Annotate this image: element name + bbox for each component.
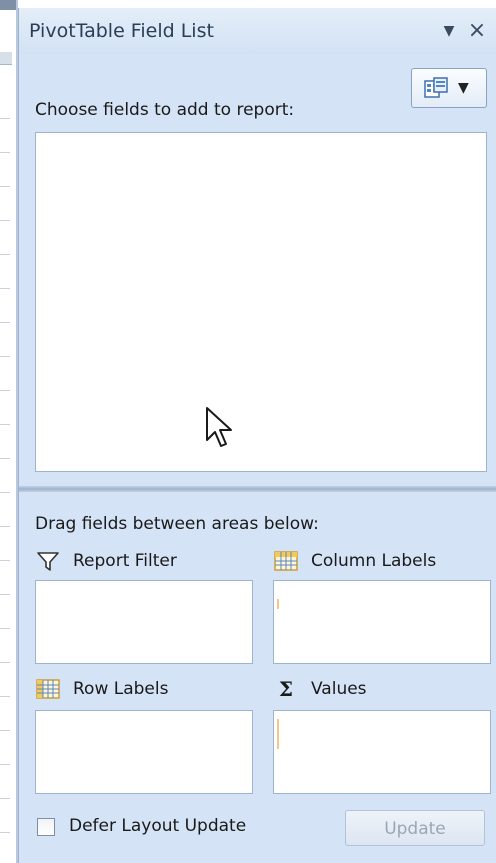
grid-row-line [0,356,10,357]
field-list-layout-icon [424,77,448,98]
defer-layout-update-label[interactable]: Defer Layout Update [69,816,246,836]
grid-row-line [0,186,10,187]
grid-row-line [0,798,10,799]
grid-row-line [0,492,10,493]
chevron-down-icon: ▼ [458,80,469,96]
field-list-box[interactable] [35,132,487,472]
grid-row-line [0,424,10,425]
report-filter-label: Report Filter [73,551,177,571]
row-labels-header: Row Labels [35,676,168,702]
values-header: Σ Values [273,676,367,702]
grid-row-line [0,662,10,663]
text-caret [277,599,279,609]
row-labels-label: Row Labels [73,679,169,699]
grid-row-line [0,526,10,527]
grid-row-line [0,322,10,323]
defer-layout-update-checkbox[interactable] [37,818,55,836]
values-label: Values [311,679,367,699]
grid-row-line [0,118,10,119]
pane-title: PivotTable Field List [29,20,214,42]
column-labels-drop-area[interactable] [273,580,491,664]
grid-row-line [0,560,10,561]
grid-row-line [0,288,10,289]
grid-row-line [0,696,10,697]
column-grid-icon [274,551,298,571]
mouse-pointer-icon [206,407,232,447]
row-grid-icon [36,679,60,699]
drag-fields-label: Drag fields between areas below: [35,514,319,534]
column-labels-header: Column Labels [273,548,436,574]
pane-options-dropdown-icon[interactable]: ▼ [441,24,457,38]
grid-row-line [0,594,10,595]
grid-row-line [0,254,10,255]
pane-title-bar[interactable]: PivotTable Field List ▼ × [19,8,496,54]
field-list-layout-button[interactable]: ▼ [411,68,487,108]
report-filter-header: Report Filter [35,548,177,574]
filter-icon [37,552,59,571]
grid-row-line [0,628,10,629]
close-icon[interactable]: × [465,19,489,43]
spreadsheet-grid-edge [0,0,18,863]
column-labels-label: Column Labels [311,551,437,571]
grid-row-line [0,730,10,731]
grid-top-bar [0,0,16,10]
pivottable-field-list-pane: PivotTable Field List ▼ × ▼ Choose field… [18,8,496,863]
grid-row-line [0,152,10,153]
grid-row-line [0,220,10,221]
grid-row-line [0,390,10,391]
choose-fields-label: Choose fields to add to report: [35,100,295,120]
grid-header-cell [0,52,12,65]
report-filter-drop-area[interactable] [35,580,253,664]
pane-splitter[interactable] [19,486,496,492]
row-labels-drop-area[interactable] [35,710,253,794]
values-drop-area[interactable] [273,710,491,794]
grid-row-line [0,458,10,459]
sigma-icon: Σ [278,677,294,701]
update-button[interactable]: Update [345,810,485,846]
grid-row-line [0,764,10,765]
grid-row-line [0,832,10,833]
text-caret [277,719,279,749]
